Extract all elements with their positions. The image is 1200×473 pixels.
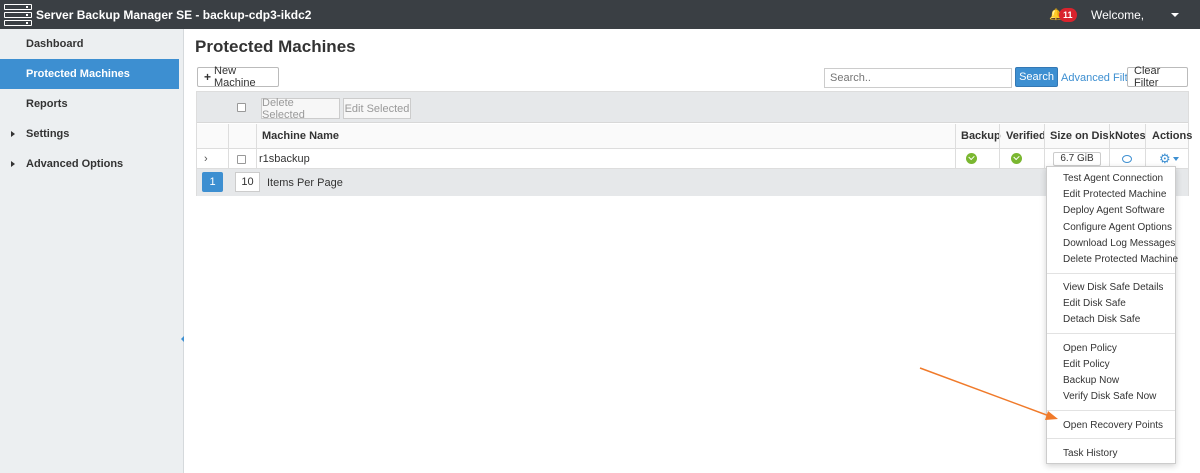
row-checkbox[interactable] — [237, 155, 246, 164]
sidebar-item-protected-machines[interactable]: Protected Machines — [0, 59, 179, 89]
column-header-verified[interactable]: Verified — [1006, 124, 1046, 148]
table-header: Machine Name Backup Verified Size on Dis… — [197, 124, 1192, 149]
sidebar-item-reports[interactable]: Reports — [0, 89, 183, 119]
sidebar-collapse-icon[interactable] — [181, 336, 184, 342]
top-bar: Server Backup Manager SE - backup-cdp3-i… — [0, 0, 1200, 29]
app-title: Server Backup Manager SE - backup-cdp3-i… — [36, 7, 312, 22]
expand-arrow-icon — [11, 161, 15, 167]
sidebar-item-label: Settings — [26, 128, 70, 140]
advanced-filter-link[interactable]: Advanced Filter — [1061, 72, 1137, 84]
new-machine-label: New Machine — [214, 65, 256, 89]
menu-item-download-log-messages[interactable]: Download Log Messages — [1063, 238, 1175, 249]
server-logo-icon — [4, 3, 32, 26]
expand-arrow-icon — [11, 131, 15, 137]
verified-ok-icon — [1011, 153, 1022, 164]
delete-selected-button[interactable]: Delete Selected — [261, 97, 340, 121]
chevron-down-icon — [1172, 156, 1179, 161]
menu-item-task-history[interactable]: Task History — [1063, 448, 1117, 459]
column-header-backup[interactable]: Backup — [961, 124, 1001, 148]
page-title: Protected Machines — [195, 37, 356, 56]
table-footer: 1 10 Items Per Page — [197, 169, 1188, 196]
new-machine-button[interactable]: + New Machine — [197, 65, 279, 89]
sidebar-item-advanced-options[interactable]: Advanced Options — [0, 149, 183, 179]
table-toolbar: Delete Selected Edit Selected — [197, 92, 1188, 123]
edit-selected-button[interactable]: Edit Selected — [343, 98, 411, 119]
menu-item-edit-protected-machine[interactable]: Edit Protected Machine — [1063, 189, 1166, 200]
menu-item-open-policy[interactable]: Open Policy — [1063, 343, 1117, 354]
menu-item-deploy-agent-software[interactable]: Deploy Agent Software — [1063, 205, 1165, 216]
search-input[interactable] — [824, 68, 1012, 88]
pagination-page-button[interactable]: 1 — [202, 172, 223, 192]
menu-item-verify-disk-safe-now[interactable]: Verify Disk Safe Now — [1063, 391, 1156, 402]
column-header-size-on-disk[interactable]: Size on Disk — [1050, 124, 1115, 148]
menu-item-delete-protected-machine[interactable]: Delete Protected Machine — [1063, 254, 1178, 265]
menu-item-edit-policy[interactable]: Edit Policy — [1063, 359, 1110, 370]
menu-divider — [1047, 410, 1175, 411]
table-row[interactable]: › r1sbackup 6.7 GiB ⚙ — [197, 149, 1188, 169]
actions-dropdown-menu: Test Agent Connection Edit Protected Mac… — [1046, 166, 1178, 464]
column-header-machine-name[interactable]: Machine Name — [262, 124, 339, 148]
menu-item-detach-disk-safe[interactable]: Detach Disk Safe — [1063, 314, 1140, 325]
menu-item-configure-agent-options[interactable]: Configure Agent Options — [1063, 222, 1172, 233]
menu-item-edit-disk-safe[interactable]: Edit Disk Safe — [1063, 298, 1126, 309]
machines-table: Delete Selected Edit Selected Machine Na… — [196, 91, 1192, 196]
menu-item-test-agent-connection[interactable]: Test Agent Connection — [1063, 173, 1163, 184]
items-per-page-label: Items Per Page — [267, 177, 343, 189]
sidebar-item-dashboard[interactable]: Dashboard — [0, 29, 183, 59]
sidebar-item-label: Advanced Options — [26, 158, 124, 170]
chevron-right-icon[interactable]: › — [204, 153, 208, 165]
sidebar: Dashboard Protected Machines Reports Set… — [0, 29, 184, 473]
select-all-checkbox[interactable] — [237, 103, 246, 112]
machine-name-cell[interactable]: r1sbackup — [259, 149, 310, 168]
gear-icon: ⚙ — [1159, 151, 1171, 166]
menu-divider — [1047, 438, 1175, 439]
menu-divider — [1047, 273, 1175, 274]
plus-icon: + — [204, 70, 212, 84]
sidebar-item-settings[interactable]: Settings — [0, 119, 183, 149]
column-header-actions: Actions — [1152, 130, 1193, 142]
user-menu-caret-icon[interactable] — [1171, 13, 1179, 17]
backup-ok-icon — [966, 153, 977, 164]
menu-divider — [1047, 333, 1175, 334]
notification-badge[interactable]: 11 — [1059, 8, 1077, 22]
notes-speech-bubble-icon[interactable] — [1122, 154, 1132, 163]
menu-item-open-recovery-points[interactable]: Open Recovery Points — [1063, 420, 1163, 431]
menu-item-backup-now[interactable]: Backup Now — [1063, 375, 1119, 386]
size-on-disk-value: 6.7 GiB — [1053, 151, 1101, 166]
menu-item-view-disk-safe-details[interactable]: View Disk Safe Details — [1063, 282, 1163, 293]
search-button[interactable]: Search — [1015, 67, 1058, 87]
column-header-notes[interactable]: Notes — [1115, 124, 1146, 148]
items-per-page-input[interactable]: 10 — [235, 172, 260, 192]
welcome-user-menu[interactable]: Welcome, — [1091, 8, 1144, 22]
clear-filter-button[interactable]: Clear Filter — [1127, 65, 1188, 89]
